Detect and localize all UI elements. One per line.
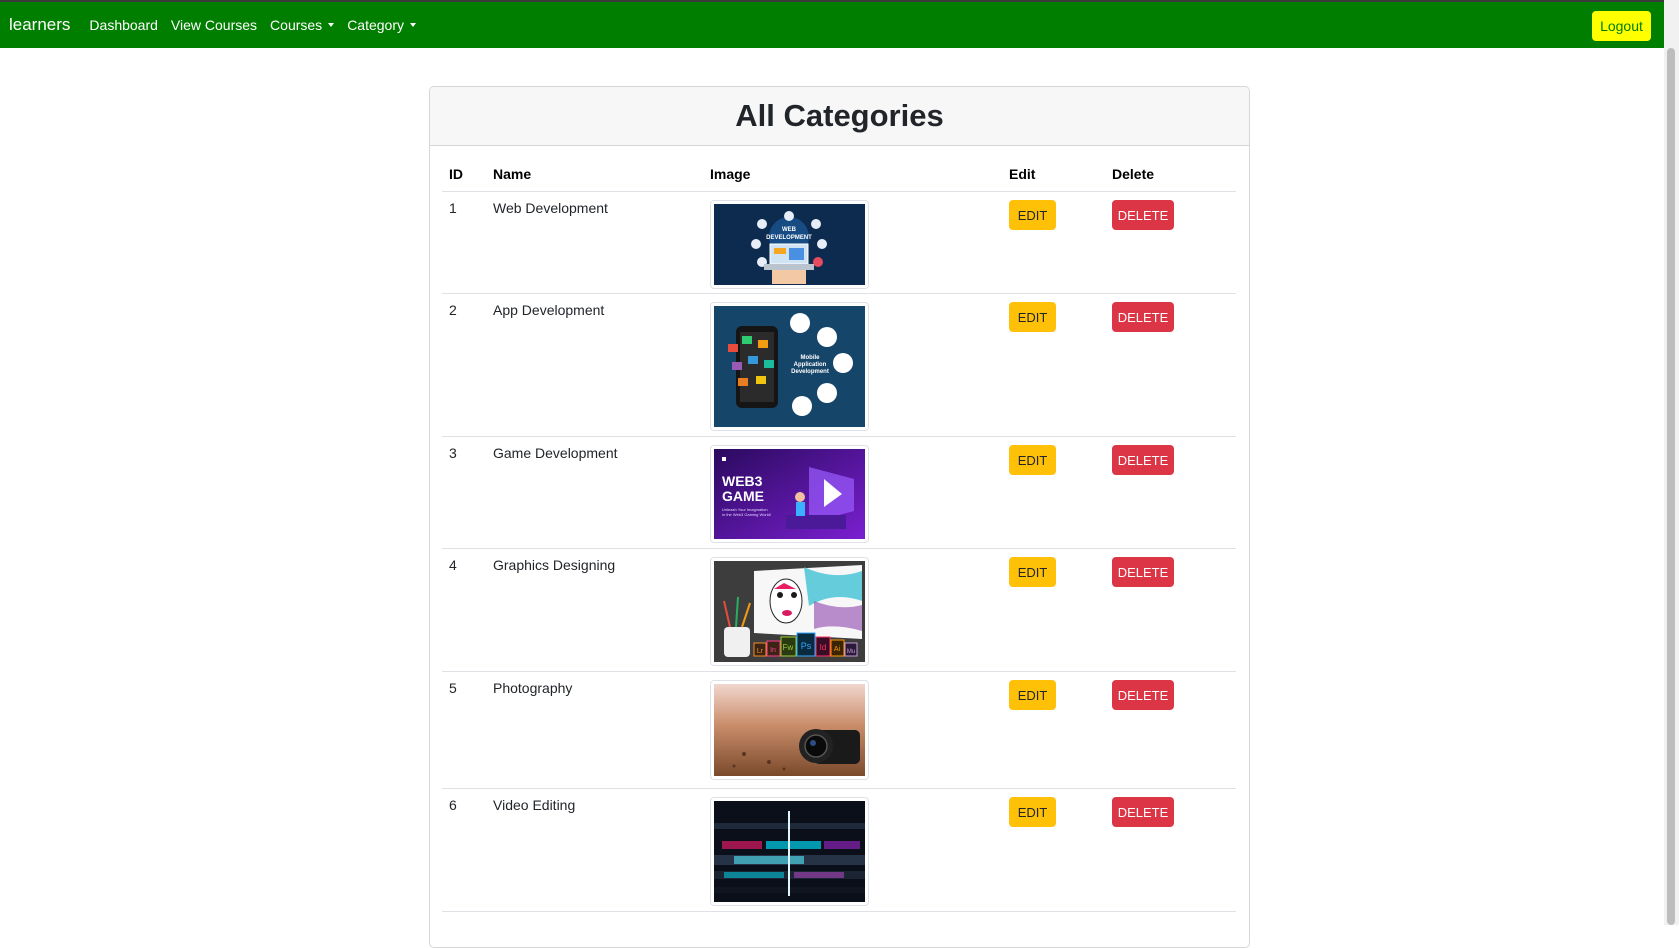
cell-id: 2 (442, 293, 486, 437)
edit-button[interactable]: EDIT (1009, 797, 1056, 827)
delete-button[interactable]: DELETE (1112, 557, 1174, 587)
cell-delete: DELETE (1105, 293, 1236, 437)
header-edit: Edit (1002, 157, 1105, 192)
svg-text:Mobile: Mobile (801, 355, 821, 361)
nav-link-view-courses[interactable]: View Courses (171, 17, 257, 33)
edit-button[interactable]: EDIT (1009, 557, 1056, 587)
brand-logo[interactable]: learners (9, 15, 70, 35)
svg-text:Development: Development (791, 369, 829, 375)
cell-name: Web Development (486, 191, 703, 294)
table-row: 1 Web Development WEB DEVELOPMENT EDIT D… (442, 191, 1236, 294)
logout-button[interactable]: Logout (1592, 11, 1651, 41)
cell-delete: DELETE (1105, 671, 1236, 789)
cell-image: WEB DEVELOPMENT (703, 191, 1002, 294)
svg-text:Ai: Ai (834, 646, 841, 653)
table-row: 2 App Development Mobile Application Dev… (442, 293, 1236, 437)
edit-button[interactable]: EDIT (1009, 200, 1056, 230)
categories-table: ID Name Image Edit Delete 1 Web Developm… (442, 157, 1236, 912)
web-development-thumbnail: WEB DEVELOPMENT (710, 200, 869, 289)
vertical-scrollbar[interactable] (1664, 0, 1679, 925)
cell-name: Video Editing (486, 788, 703, 912)
cell-name: Game Development (486, 436, 703, 549)
cell-image: Mobile Application Development (703, 293, 1002, 437)
cell-edit: EDIT (1002, 788, 1105, 912)
photography-thumbnail (710, 680, 869, 780)
photography-image (714, 684, 865, 776)
nav-link-dashboard[interactable]: Dashboard (89, 17, 158, 33)
navbar: learners Dashboard View Courses Courses … (0, 2, 1664, 48)
nav-dropdown-category-label: Category (347, 17, 404, 33)
svg-text:WEB: WEB (782, 227, 797, 233)
svg-text:Fw: Fw (783, 643, 794, 652)
svg-text:WEB3: WEB3 (722, 473, 763, 489)
cell-id: 6 (442, 788, 486, 912)
cell-edit: EDIT (1002, 548, 1105, 672)
svg-text:GAME: GAME (722, 488, 764, 504)
caret-down-icon (410, 23, 416, 27)
app-development-image: Mobile Application Development (714, 306, 865, 427)
card-header: All Categories (430, 87, 1249, 146)
cell-delete: DELETE (1105, 548, 1236, 672)
svg-text:in the Web3 Gaming World!: in the Web3 Gaming World! (722, 512, 771, 517)
header-image: Image (703, 157, 1002, 192)
cell-edit: EDIT (1002, 293, 1105, 437)
cell-delete: DELETE (1105, 191, 1236, 294)
svg-text:Id: Id (820, 643, 827, 652)
scrollbar-thumb[interactable] (1667, 48, 1675, 925)
game-development-thumbnail: WEB3 GAME Unleash Your Imagination in th… (710, 445, 869, 543)
video-editing-image (714, 801, 865, 902)
cell-image (703, 671, 1002, 789)
graphics-designing-image: Lr In Fw Ps Id Ai Mu (714, 561, 865, 662)
caret-down-icon (328, 23, 335, 27)
svg-text:Application: Application (794, 362, 827, 368)
cell-image: WEB3 GAME Unleash Your Imagination in th… (703, 436, 1002, 549)
nav-dropdown-courses[interactable]: Courses (270, 17, 335, 33)
game-development-image: WEB3 GAME Unleash Your Imagination in th… (714, 449, 865, 539)
edit-button[interactable]: EDIT (1009, 445, 1056, 475)
categories-card: All Categories ID Name Image Edit Delete… (429, 86, 1250, 948)
web-development-image: WEB DEVELOPMENT (714, 204, 865, 285)
delete-button[interactable]: DELETE (1112, 797, 1174, 827)
cell-id: 3 (442, 436, 486, 549)
nav-dropdown-category[interactable]: Category (347, 17, 416, 33)
cell-image: Lr In Fw Ps Id Ai Mu (703, 548, 1002, 672)
delete-button[interactable]: DELETE (1112, 302, 1174, 332)
table-row: 6 Video Editing EDIT DELETE (442, 788, 1236, 912)
cell-edit: EDIT (1002, 436, 1105, 549)
cell-id: 4 (442, 548, 486, 672)
svg-text:DEVELOPMENT: DEVELOPMENT (766, 235, 812, 241)
cell-edit: EDIT (1002, 191, 1105, 294)
edit-button[interactable]: EDIT (1009, 302, 1056, 332)
cell-name: App Development (486, 293, 703, 437)
header-name: Name (486, 157, 703, 192)
cell-id: 1 (442, 191, 486, 294)
delete-button[interactable]: DELETE (1112, 445, 1174, 475)
cell-edit: EDIT (1002, 671, 1105, 789)
cell-image (703, 788, 1002, 912)
svg-text:In: In (770, 647, 776, 654)
table-row: 5 Photography EDIT DELETE (442, 671, 1236, 789)
nav-dropdown-courses-label: Courses (270, 17, 323, 33)
edit-button[interactable]: EDIT (1009, 680, 1056, 710)
cell-id: 5 (442, 671, 486, 789)
delete-button[interactable]: DELETE (1112, 200, 1174, 230)
svg-text:Ps: Ps (801, 641, 812, 651)
cell-delete: DELETE (1105, 436, 1236, 549)
app-development-thumbnail: Mobile Application Development (710, 302, 869, 431)
cell-name: Graphics Designing (486, 548, 703, 672)
cell-delete: DELETE (1105, 788, 1236, 912)
delete-button[interactable]: DELETE (1112, 680, 1174, 710)
page-title: All Categories (735, 98, 944, 133)
table-header-row: ID Name Image Edit Delete (442, 157, 1236, 192)
table-row: 4 Graphics Designing Lr In Fw Ps Id Ai M… (442, 548, 1236, 672)
graphics-designing-thumbnail: Lr In Fw Ps Id Ai Mu (710, 557, 869, 666)
header-id: ID (442, 157, 486, 192)
table-row: 3 Game Development WEB3 GAME Unleash You… (442, 436, 1236, 549)
video-editing-thumbnail (710, 797, 869, 906)
cell-name: Photography (486, 671, 703, 789)
svg-text:Mu: Mu (847, 649, 855, 655)
header-delete: Delete (1105, 157, 1236, 192)
svg-text:Lr: Lr (757, 648, 764, 655)
